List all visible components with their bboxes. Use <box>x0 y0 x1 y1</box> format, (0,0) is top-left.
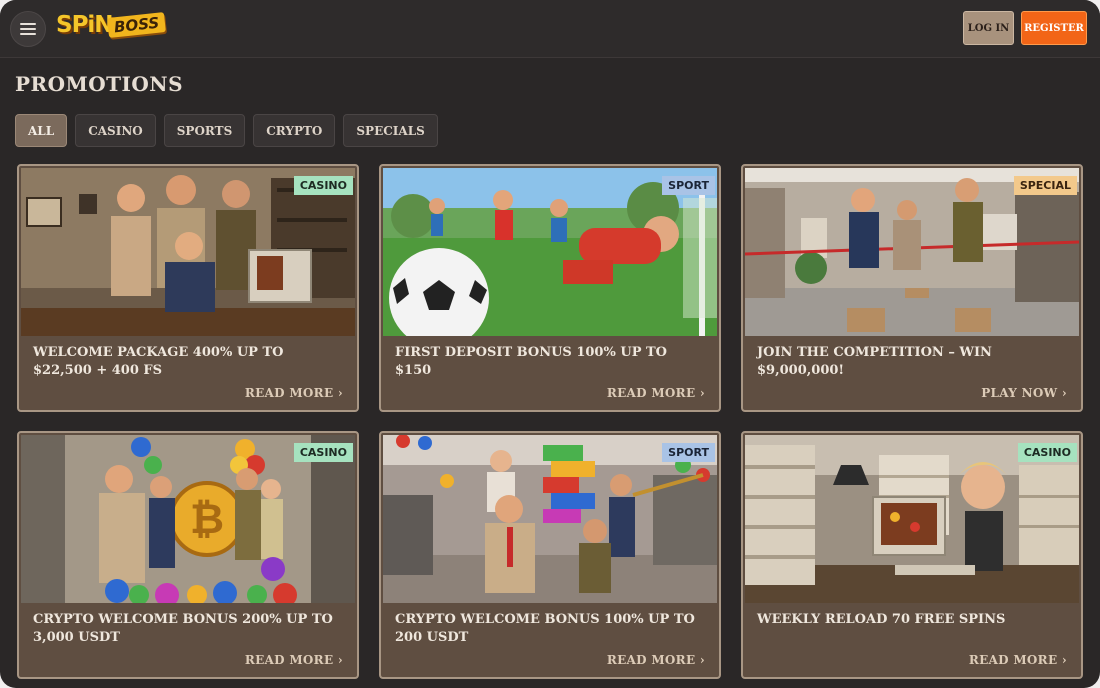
promo-image: SPECIAL <box>745 168 1079 336</box>
promo-image: SPORT <box>383 435 717 603</box>
hamburger-icon <box>20 23 36 25</box>
promo-title: JOIN THE COMPETITION – WIN $9,000,000! <box>757 345 992 378</box>
top-bar: SPiN BOSS LOG IN REGISTER <box>0 0 1100 58</box>
category-badge: SPORT <box>662 443 715 462</box>
promo-card[interactable]: SPORT FIRST DEPOSIT BONUS 100% UP TO $15… <box>379 164 721 412</box>
promo-title: FIRST DEPOSIT BONUS 100% UP TO $150 <box>395 345 667 378</box>
menu-button[interactable] <box>10 11 46 47</box>
chevron-right-icon: › <box>1061 386 1067 400</box>
login-button[interactable]: LOG IN <box>963 11 1014 45</box>
read-more-link[interactable]: READ MORE › <box>607 386 705 400</box>
play-now-link[interactable]: PLAY NOW › <box>981 386 1067 400</box>
read-more-link[interactable]: READ MORE › <box>607 653 705 667</box>
chevron-right-icon: › <box>337 386 343 400</box>
read-more-link[interactable]: READ MORE › <box>245 386 343 400</box>
read-more-link[interactable]: READ MORE › <box>969 653 1067 667</box>
promo-filter-tabs: ALL CASINO SPORTS CRYPTO SPECIALS <box>15 114 438 147</box>
logo-accent-text: BOSS <box>107 12 167 38</box>
promo-title: CRYPTO WELCOME BONUS 100% UP TO 200 USDT <box>395 612 695 645</box>
promo-title: WEEKLY RELOAD 70 FREE SPINS <box>757 612 1006 627</box>
hamburger-icon <box>20 33 36 35</box>
register-button[interactable]: REGISTER <box>1021 11 1087 45</box>
app-frame: SPiN BOSS LOG IN REGISTER PROMOTIONS ALL… <box>0 0 1100 688</box>
promo-card[interactable]: ₿ CASINO CRYPTO WELCOME BONUS 200% UP TO… <box>17 431 359 679</box>
cta-label: READ MORE <box>606 386 696 400</box>
chevron-right-icon: › <box>699 386 705 400</box>
hamburger-icon <box>20 28 36 30</box>
tab-sports[interactable]: SPORTS <box>163 114 246 147</box>
promo-image: CASINO <box>745 435 1079 603</box>
site-logo[interactable]: SPiN BOSS <box>56 10 167 48</box>
read-more-link[interactable]: READ MORE › <box>245 653 343 667</box>
promo-card[interactable]: SPECIAL JOIN THE COMPETITION – WIN $9,00… <box>741 164 1083 412</box>
promo-title: WELCOME PACKAGE 400% UP TO $22,500 + 400… <box>33 345 284 378</box>
category-badge: CASINO <box>293 176 353 195</box>
chevron-right-icon: › <box>337 653 343 667</box>
promo-card[interactable]: CASINO WEEKLY RELOAD 70 FREE SPINS READ … <box>741 431 1083 679</box>
tab-all[interactable]: ALL <box>15 114 68 147</box>
category-badge: SPECIAL <box>1013 176 1077 195</box>
page-title: PROMOTIONS <box>15 72 184 96</box>
cta-label: READ MORE <box>968 653 1058 667</box>
cta-label: PLAY NOW <box>981 386 1058 400</box>
logo-text: SPiN <box>56 12 114 38</box>
cta-label: READ MORE <box>606 653 696 667</box>
tab-casino[interactable]: CASINO <box>75 114 156 147</box>
category-badge: SPORT <box>662 176 715 195</box>
promo-title: CRYPTO WELCOME BONUS 200% UP TO 3,000 US… <box>33 612 333 645</box>
promo-card[interactable]: CASINO WELCOME PACKAGE 400% UP TO $22,50… <box>17 164 359 412</box>
chevron-right-icon: › <box>1061 653 1067 667</box>
promo-image: SPORT <box>383 168 717 336</box>
cta-label: READ MORE <box>244 386 334 400</box>
chevron-right-icon: › <box>699 653 705 667</box>
cta-label: READ MORE <box>244 653 334 667</box>
promo-card[interactable]: SPORT CRYPTO WELCOME BONUS 100% UP TO 20… <box>379 431 721 679</box>
category-badge: CASINO <box>1017 443 1077 462</box>
tab-crypto[interactable]: CRYPTO <box>253 114 336 147</box>
svg-text:₿: ₿ <box>190 494 224 543</box>
promo-image: ₿ CASINO <box>21 435 355 603</box>
category-badge: CASINO <box>293 443 353 462</box>
promo-image: CASINO <box>21 168 355 336</box>
tab-specials[interactable]: SPECIALS <box>343 114 438 147</box>
